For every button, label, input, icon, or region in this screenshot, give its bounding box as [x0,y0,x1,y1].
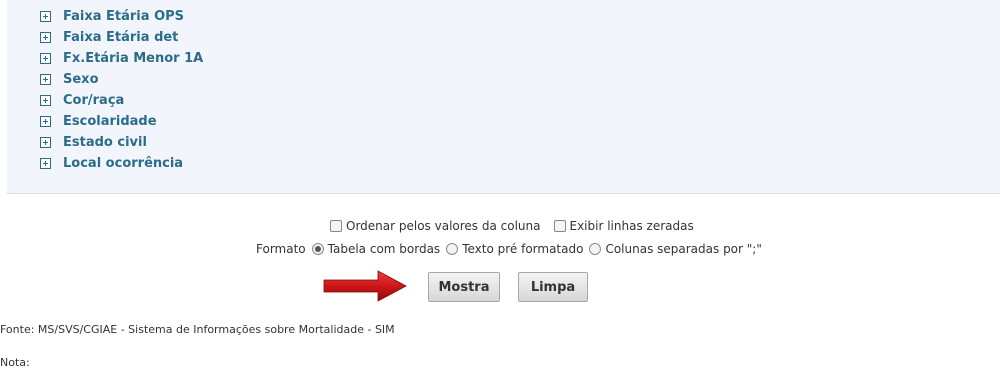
expand-plus-icon[interactable] [40,137,51,148]
expand-plus-icon[interactable] [40,11,51,22]
variables-panel: Faixa Etária OPS Faixa Etária det Fx.Etá… [7,0,1000,194]
expand-plus-icon[interactable] [40,95,51,106]
tree-item-label: Estado civil [63,135,147,150]
format-option-colunas-label[interactable]: Colunas separadas por ";" [605,242,761,256]
nota-label: Nota: [0,356,30,369]
ordenar-label[interactable]: Ordenar pelos valores da coluna [346,219,541,233]
tree-item-label: Cor/raça [63,93,125,108]
tree-item-cor-raca[interactable]: Cor/raça [40,90,203,111]
exibir-zeradas-checkbox[interactable] [553,220,566,232]
exibir-zeradas-label[interactable]: Exibir linhas zeradas [570,219,694,233]
tree-item-sexo[interactable]: Sexo [40,69,203,90]
tree-item-estado-civil[interactable]: Estado civil [40,132,203,153]
format-option-tabela-label[interactable]: Tabela com bordas [328,242,441,256]
format-radio-tabela[interactable] [311,243,324,255]
red-arrow-icon [323,270,407,302]
source-note: Fonte: MS/SVS/CGIAE - Sistema de Informa… [0,323,395,336]
tree-item-label: Sexo [63,72,99,87]
tree-item-fx-etaria-menor-1a[interactable]: Fx.Etária Menor 1A [40,48,203,69]
formato-label: Formato [256,242,306,256]
expand-plus-icon[interactable] [40,116,51,127]
ordenar-checkbox[interactable] [330,220,342,232]
limpa-button[interactable]: Limpa [518,272,588,302]
tree-item-label: Faixa Etária OPS [63,9,185,24]
expand-plus-icon[interactable] [40,158,51,169]
format-options-row: Formato Tabela com bordas Texto pré form… [256,242,762,256]
display-options-row: Ordenar pelos valores da coluna Exibir l… [330,219,694,233]
tree-item-label: Faixa Etária det [63,30,179,45]
expand-plus-icon[interactable] [40,53,51,64]
expand-plus-icon[interactable] [40,74,51,85]
tree-item-faixa-etaria-det[interactable]: Faixa Etária det [40,27,203,48]
tree-item-local-ocorrencia[interactable]: Local ocorrência [40,153,203,174]
tree-item-escolaridade[interactable]: Escolaridade [40,111,203,132]
format-radio-colunas[interactable] [589,243,602,255]
expand-plus-icon[interactable] [40,32,51,43]
tree-item-label: Escolaridade [63,114,157,129]
format-option-texto-label[interactable]: Texto pré formatado [462,242,583,256]
format-radio-texto[interactable] [446,243,459,255]
variable-tree: Faixa Etária OPS Faixa Etária det Fx.Etá… [40,6,203,174]
tree-item-label: Fx.Etária Menor 1A [63,51,204,66]
tree-item-label: Local ocorrência [63,156,184,171]
tree-item-faixa-etaria-ops[interactable]: Faixa Etária OPS [40,6,203,27]
mostra-button[interactable]: Mostra [428,272,500,302]
